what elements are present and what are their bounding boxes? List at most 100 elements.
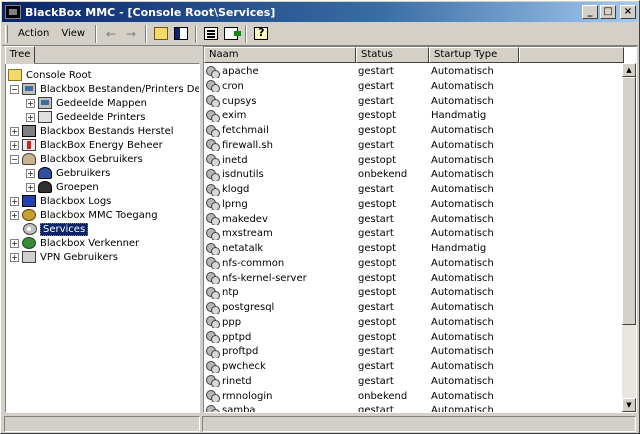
collapse-toggle[interactable]: −: [10, 84, 19, 94]
tree-item-gedeelde-mappen[interactable]: + Gedeelde Mappen: [26, 96, 148, 110]
expand-toggle[interactable]: +: [10, 196, 19, 206]
cell-status: gestart: [358, 302, 394, 313]
list-item[interactable]: rinetd gestart Automatisch: [204, 374, 624, 389]
list-item[interactable]: ppp gestopt Automatisch: [204, 315, 624, 330]
cell-startup-type: Handmatig: [431, 110, 487, 122]
scroll-down-button[interactable]: ▼: [622, 398, 636, 412]
list-item[interactable]: ntp gestopt Automatisch: [204, 285, 624, 300]
tree-item-logs[interactable]: + Blackbox Logs: [10, 194, 112, 208]
list-item[interactable]: mxstream gestart Automatisch: [204, 226, 624, 241]
list-item[interactable]: cron gestart Automatisch: [204, 79, 624, 94]
cell-startup-type: Automatisch: [431, 154, 494, 166]
list-item[interactable]: postgresql gestart Automatisch: [204, 300, 624, 315]
group-icon: [38, 181, 52, 193]
list-item[interactable]: netatalk gestopt Handmatig: [204, 241, 624, 256]
column-header-startup-type[interactable]: Startup Type: [429, 47, 519, 63]
expand-toggle[interactable]: +: [10, 252, 19, 262]
tree-item-gebruikers[interactable]: + Gebruikers: [26, 166, 111, 180]
list-item[interactable]: nfs-common gestopt Automatisch: [204, 256, 624, 271]
list-item[interactable]: pptpd gestopt Automatisch: [204, 330, 624, 345]
list-item[interactable]: firewall.sh gestart Automatisch: [204, 138, 624, 153]
menu-action[interactable]: Action: [12, 28, 55, 39]
expand-toggle[interactable]: +: [10, 238, 19, 248]
service-gear-icon: [206, 390, 220, 402]
app-icon: [5, 5, 21, 19]
vpn-icon: [22, 251, 36, 263]
tree-item-services[interactable]: Services: [23, 222, 89, 236]
service-gear-icon: [206, 95, 220, 107]
list-item[interactable]: isdnutils onbekend Automatisch: [204, 167, 624, 182]
key-icon: [22, 209, 36, 221]
tree-item-label: Blackbox MMC Toegang: [40, 209, 158, 221]
list-item[interactable]: exim gestopt Handmatig: [204, 108, 624, 123]
expand-toggle[interactable]: +: [26, 112, 35, 122]
list-item[interactable]: makedev gestart Automatisch: [204, 212, 624, 227]
service-gear-icon: [206, 257, 220, 270]
service-gear-icon: [206, 183, 220, 196]
services-list[interactable]: Naam Status Startup Type apache gestart Au…: [203, 46, 637, 413]
expand-toggle[interactable]: +: [26, 98, 35, 108]
list-item[interactable]: inetd gestopt Automatisch: [204, 153, 624, 168]
tree-item-groepen[interactable]: + Groepen: [26, 180, 100, 194]
expand-toggle[interactable]: +: [10, 210, 19, 220]
back-button[interactable]: ←: [101, 25, 121, 43]
show-hide-tree-button[interactable]: [171, 25, 191, 43]
scroll-up-button[interactable]: ▲: [622, 63, 636, 77]
cell-startup-type: Automatisch: [431, 331, 494, 343]
collapse-toggle[interactable]: −: [10, 154, 19, 164]
expand-toggle[interactable]: +: [10, 126, 19, 136]
forward-button[interactable]: →: [121, 25, 141, 43]
users-icon: [22, 153, 36, 165]
service-gear-icon: [206, 404, 220, 412]
cell-name: rinetd: [204, 375, 356, 388]
gears-icon: [23, 223, 37, 235]
list-item[interactable]: cupsys gestart Automatisch: [204, 94, 624, 109]
list-item[interactable]: samba gestart Automatisch: [204, 403, 624, 413]
list-item[interactable]: lprng gestopt Automatisch: [204, 197, 624, 212]
expand-toggle[interactable]: +: [10, 140, 19, 150]
column-header-status[interactable]: Status: [356, 47, 429, 63]
cell-name: fetchmail: [204, 124, 356, 137]
tree-item-energy-beheer[interactable]: + BlackBox Energy Beheer: [10, 138, 164, 152]
list-item[interactable]: klogd gestart Automatisch: [204, 182, 624, 197]
tree-item-console-root[interactable]: Console Root: [8, 68, 93, 82]
export-list-button[interactable]: [221, 25, 242, 43]
tree-pane[interactable]: Console Root − Blackbox Bestanden/Printe…: [5, 63, 200, 413]
cell-startup-type: Automatisch: [431, 405, 494, 413]
tree-item-bestanden-printers[interactable]: − Blackbox Bestanden/Printers Delen: [10, 82, 199, 96]
maximize-button[interactable]: □: [600, 5, 616, 19]
list-item[interactable]: apache gestart Automatisch: [204, 64, 624, 79]
cell-status: gestart: [358, 346, 394, 358]
column-header-naam[interactable]: Naam: [204, 47, 356, 63]
list-item[interactable]: pwcheck gestart Automatisch: [204, 359, 624, 374]
list-item[interactable]: rmnologin onbekend Automatisch: [204, 389, 624, 404]
list-item[interactable]: nfs-kernel-server gestopt Automatisch: [204, 271, 624, 286]
service-gear-icon: [206, 360, 220, 373]
tree-item-mmc-toegang[interactable]: + Blackbox MMC Toegang: [10, 208, 159, 222]
tree-item-gedeelde-printers[interactable]: + Gedeelde Printers: [26, 110, 147, 124]
list-item[interactable]: proftpd gestart Automatisch: [204, 344, 624, 359]
service-gear-icon: [206, 242, 220, 255]
tree-item-verkenner[interactable]: + Blackbox Verkenner: [10, 236, 140, 250]
close-button[interactable]: ×: [620, 5, 636, 19]
title-bar[interactable]: BlackBox MMC - [Console Root\Services] _…: [2, 2, 638, 22]
service-name: cupsys: [222, 95, 257, 107]
expand-toggle[interactable]: +: [26, 182, 35, 192]
menu-view[interactable]: View: [55, 28, 91, 39]
vertical-scrollbar[interactable]: ▲ ▼: [622, 63, 636, 412]
list-item[interactable]: fetchmail gestopt Automatisch: [204, 123, 624, 138]
cell-name: pptpd: [204, 331, 356, 343]
tree-item-vpn-gebruikers[interactable]: + VPN Gebruikers: [10, 250, 119, 264]
tree-item-gebruikers-root[interactable]: − Blackbox Gebruikers: [10, 152, 144, 166]
scroll-thumb[interactable]: [622, 77, 636, 325]
minimize-button[interactable]: _: [582, 5, 598, 19]
help-button[interactable]: [251, 25, 271, 43]
expand-toggle[interactable]: +: [26, 168, 35, 178]
cell-startup-type: Automatisch: [431, 287, 494, 299]
tree-item-bestands-herstel[interactable]: + Blackbox Bestands Herstel: [10, 124, 175, 138]
properties-button[interactable]: [201, 25, 221, 43]
tab-tree[interactable]: Tree: [5, 46, 35, 64]
toolbar-grip[interactable]: [5, 24, 8, 43]
service-name: postgresql: [222, 302, 275, 313]
up-one-level-button[interactable]: [151, 25, 171, 43]
